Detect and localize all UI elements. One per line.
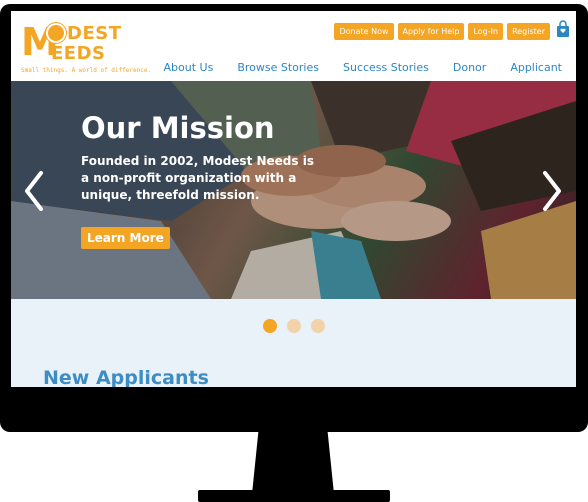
donate-now-button[interactable]: Donate Now (334, 23, 394, 40)
nav-applicant[interactable]: Applicant (510, 61, 562, 74)
logo-tagline: Small things. A world of difference. (21, 67, 152, 74)
hero-title: Our Mission (81, 111, 275, 145)
learn-more-button[interactable]: Learn More (81, 227, 170, 249)
logo-word-eeds: EEDS (51, 43, 106, 64)
apply-for-help-button[interactable]: Apply for Help (397, 23, 465, 40)
chevron-right-icon[interactable] (539, 169, 565, 213)
monitor-stand (252, 430, 334, 494)
nav-about-us[interactable]: About Us (164, 61, 214, 74)
log-in-button[interactable]: Log-In (468, 23, 504, 40)
sun-icon (48, 25, 64, 41)
section-title-new-applicants: New Applicants (43, 367, 209, 387)
shopping-bag-icon[interactable] (556, 20, 570, 38)
carousel-dots (263, 319, 325, 333)
logo-word-dest: DEST (67, 23, 122, 44)
carousel-dot-1[interactable] (263, 319, 277, 333)
top-buttons: Donate Now Apply for Help Log-In Registe… (334, 23, 550, 40)
nav-donor[interactable]: Donor (453, 61, 486, 74)
nav-browse-stories[interactable]: Browse Stories (237, 61, 319, 74)
chevron-left-icon[interactable] (21, 169, 47, 213)
hero-description: Founded in 2002, Modest Needs is a non-p… (81, 154, 314, 202)
site-header: M DEST EEDS Small things. A world of dif… (11, 11, 576, 81)
screen: M DEST EEDS Small things. A world of dif… (11, 11, 576, 387)
carousel-indicator-band: New Applicants (11, 299, 576, 387)
main-nav: About Us Browse Stories Success Stories … (140, 61, 562, 74)
register-button[interactable]: Register (507, 23, 550, 40)
carousel-dot-3[interactable] (311, 319, 325, 333)
site-logo[interactable]: M DEST EEDS (21, 23, 131, 63)
hero-carousel: Our Mission Founded in 2002, Modest Need… (11, 81, 576, 299)
carousel-dot-2[interactable] (287, 319, 301, 333)
monitor-base (198, 490, 390, 502)
nav-success-stories[interactable]: Success Stories (343, 61, 429, 74)
